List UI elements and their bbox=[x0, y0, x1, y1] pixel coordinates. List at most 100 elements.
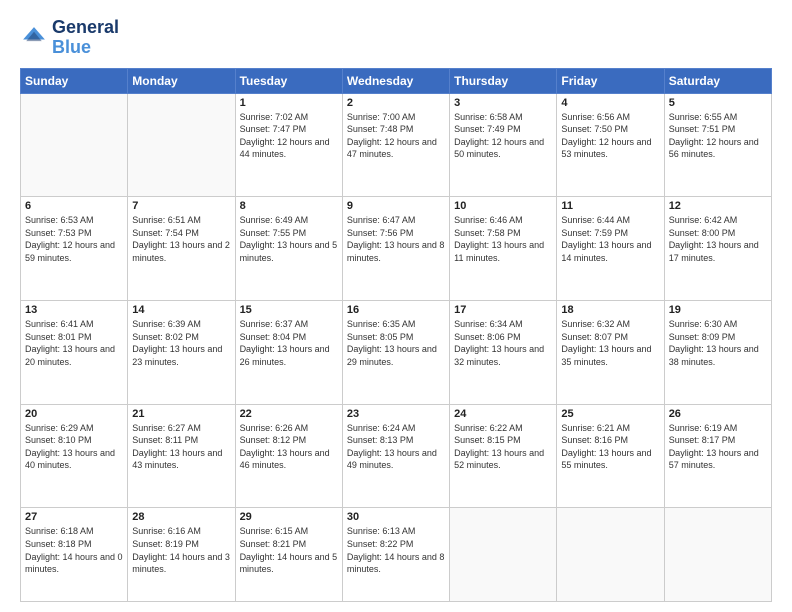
day-info: Sunrise: 6:29 AMSunset: 8:10 PMDaylight:… bbox=[25, 422, 123, 472]
calendar-cell: 4 Sunrise: 6:56 AMSunset: 7:50 PMDaylight… bbox=[557, 93, 664, 197]
header: General Blue bbox=[20, 18, 772, 58]
calendar-cell bbox=[557, 508, 664, 602]
calendar-cell: 28Sunrise: 6:16 AMSunset: 8:19 PMDayligh… bbox=[128, 508, 235, 602]
day-number: 4 bbox=[561, 97, 659, 109]
calendar-header-sunday: Sunday bbox=[21, 68, 128, 93]
day-info: Sunrise: 6:56 AMSunset: 7:50 PMDaylight:… bbox=[561, 111, 659, 161]
day-number: 10 bbox=[454, 200, 552, 212]
day-number: 14 bbox=[132, 304, 230, 316]
calendar-cell: 9Sunrise: 6:47 AMSunset: 7:56 PMDaylight… bbox=[342, 197, 449, 301]
day-number: 11 bbox=[561, 200, 659, 212]
day-info: Sunrise: 6:16 AMSunset: 8:19 PMDaylight:… bbox=[132, 525, 230, 575]
calendar-cell: 10Sunrise: 6:46 AMSunset: 7:58 PMDayligh… bbox=[450, 197, 557, 301]
calendar-cell bbox=[128, 93, 235, 197]
calendar-cell: 7 Sunrise: 6:51 AMSunset: 7:54 PMDaylight… bbox=[128, 197, 235, 301]
day-info: Sunrise: 6:55 AMSunset: 7:51 PMDaylight:… bbox=[669, 111, 767, 161]
calendar-cell: 24 Sunrise: 6:22 AMSunset: 8:15 PMDayligh… bbox=[450, 404, 557, 508]
day-number: 26 bbox=[669, 408, 767, 420]
day-number: 18 bbox=[561, 304, 659, 316]
calendar-cell: 15 Sunrise: 6:37 AMSunset: 8:04 PMDayligh… bbox=[235, 301, 342, 405]
day-number: 27 bbox=[25, 511, 123, 523]
day-number: 2 bbox=[347, 97, 445, 109]
day-info: Sunrise: 6:47 AMSunset: 7:56 PMDaylight:… bbox=[347, 214, 445, 264]
day-info: Sunrise: 6:15 AMSunset: 8:21 PMDaylight:… bbox=[240, 525, 338, 575]
day-number: 22 bbox=[240, 408, 338, 420]
calendar-cell: 3Sunrise: 6:58 AMSunset: 7:49 PMDaylight… bbox=[450, 93, 557, 197]
day-info: Sunrise: 6:37 AMSunset: 8:04 PMDaylight:… bbox=[240, 318, 338, 368]
day-info: Sunrise: 6:26 AMSunset: 8:12 PMDaylight:… bbox=[240, 422, 338, 472]
logo: General Blue bbox=[20, 18, 119, 58]
calendar-cell: 8 Sunrise: 6:49 AMSunset: 7:55 PMDaylight… bbox=[235, 197, 342, 301]
calendar-cell: 14 Sunrise: 6:39 AMSunset: 8:02 PMDayligh… bbox=[128, 301, 235, 405]
logo-text: General Blue bbox=[52, 18, 119, 58]
calendar-cell: 2 Sunrise: 7:00 AMSunset: 7:48 PMDaylight… bbox=[342, 93, 449, 197]
calendar-cell: 21Sunrise: 6:27 AMSunset: 8:11 PMDayligh… bbox=[128, 404, 235, 508]
calendar-header-tuesday: Tuesday bbox=[235, 68, 342, 93]
day-number: 8 bbox=[240, 200, 338, 212]
day-info: Sunrise: 6:42 AMSunset: 8:00 PMDaylight:… bbox=[669, 214, 767, 264]
day-info: Sunrise: 6:39 AMSunset: 8:02 PMDaylight:… bbox=[132, 318, 230, 368]
calendar-week-2: 6 Sunrise: 6:53 AMSunset: 7:53 PMDaylight… bbox=[21, 197, 772, 301]
calendar-week-3: 13 Sunrise: 6:41 AMSunset: 8:01 PMDayligh… bbox=[21, 301, 772, 405]
calendar-header-row: SundayMondayTuesdayWednesdayThursdayFrid… bbox=[21, 68, 772, 93]
calendar-cell: 26 Sunrise: 6:19 AMSunset: 8:17 PMDayligh… bbox=[664, 404, 771, 508]
day-info: Sunrise: 6:34 AMSunset: 8:06 PMDaylight:… bbox=[454, 318, 552, 368]
day-number: 23 bbox=[347, 408, 445, 420]
day-info: Sunrise: 6:49 AMSunset: 7:55 PMDaylight:… bbox=[240, 214, 338, 264]
day-info: Sunrise: 6:18 AMSunset: 8:18 PMDaylight:… bbox=[25, 525, 123, 575]
day-number: 19 bbox=[669, 304, 767, 316]
calendar-header-friday: Friday bbox=[557, 68, 664, 93]
calendar-cell: 16 Sunrise: 6:35 AMSunset: 8:05 PMDayligh… bbox=[342, 301, 449, 405]
day-info: Sunrise: 7:00 AMSunset: 7:48 PMDaylight:… bbox=[347, 111, 445, 161]
calendar-header-thursday: Thursday bbox=[450, 68, 557, 93]
day-number: 16 bbox=[347, 304, 445, 316]
calendar-week-5: 27 Sunrise: 6:18 AMSunset: 8:18 PMDayligh… bbox=[21, 508, 772, 602]
day-number: 5 bbox=[669, 97, 767, 109]
day-info: Sunrise: 7:02 AMSunset: 7:47 PMDaylight:… bbox=[240, 111, 338, 161]
day-info: Sunrise: 6:22 AMSunset: 8:15 PMDaylight:… bbox=[454, 422, 552, 472]
day-info: Sunrise: 6:32 AMSunset: 8:07 PMDaylight:… bbox=[561, 318, 659, 368]
day-number: 24 bbox=[454, 408, 552, 420]
calendar-cell: 12 Sunrise: 6:42 AMSunset: 8:00 PMDayligh… bbox=[664, 197, 771, 301]
day-number: 3 bbox=[454, 97, 552, 109]
day-info: Sunrise: 6:19 AMSunset: 8:17 PMDaylight:… bbox=[669, 422, 767, 472]
day-info: Sunrise: 6:30 AMSunset: 8:09 PMDaylight:… bbox=[669, 318, 767, 368]
calendar-cell: 30Sunrise: 6:13 AMSunset: 8:22 PMDayligh… bbox=[342, 508, 449, 602]
calendar-week-4: 20Sunrise: 6:29 AMSunset: 8:10 PMDayligh… bbox=[21, 404, 772, 508]
day-number: 1 bbox=[240, 97, 338, 109]
day-number: 29 bbox=[240, 511, 338, 523]
day-number: 12 bbox=[669, 200, 767, 212]
calendar-cell: 5 Sunrise: 6:55 AMSunset: 7:51 PMDaylight… bbox=[664, 93, 771, 197]
day-number: 6 bbox=[25, 200, 123, 212]
day-info: Sunrise: 6:51 AMSunset: 7:54 PMDaylight:… bbox=[132, 214, 230, 264]
day-number: 17 bbox=[454, 304, 552, 316]
calendar-cell: 27 Sunrise: 6:18 AMSunset: 8:18 PMDayligh… bbox=[21, 508, 128, 602]
day-number: 30 bbox=[347, 511, 445, 523]
day-number: 7 bbox=[132, 200, 230, 212]
day-number: 15 bbox=[240, 304, 338, 316]
calendar-header-monday: Monday bbox=[128, 68, 235, 93]
day-info: Sunrise: 6:35 AMSunset: 8:05 PMDaylight:… bbox=[347, 318, 445, 368]
day-number: 25 bbox=[561, 408, 659, 420]
calendar-cell bbox=[21, 93, 128, 197]
calendar-header-wednesday: Wednesday bbox=[342, 68, 449, 93]
day-info: Sunrise: 6:27 AMSunset: 8:11 PMDaylight:… bbox=[132, 422, 230, 472]
calendar-cell: 20Sunrise: 6:29 AMSunset: 8:10 PMDayligh… bbox=[21, 404, 128, 508]
day-info: Sunrise: 6:24 AMSunset: 8:13 PMDaylight:… bbox=[347, 422, 445, 472]
calendar-cell: 19 Sunrise: 6:30 AMSunset: 8:09 PMDayligh… bbox=[664, 301, 771, 405]
logo-icon bbox=[20, 24, 48, 52]
day-info: Sunrise: 6:21 AMSunset: 8:16 PMDaylight:… bbox=[561, 422, 659, 472]
calendar-cell: 13 Sunrise: 6:41 AMSunset: 8:01 PMDayligh… bbox=[21, 301, 128, 405]
calendar-cell: 23 Sunrise: 6:24 AMSunset: 8:13 PMDayligh… bbox=[342, 404, 449, 508]
calendar-cell bbox=[664, 508, 771, 602]
calendar-cell bbox=[450, 508, 557, 602]
calendar-cell: 22 Sunrise: 6:26 AMSunset: 8:12 PMDayligh… bbox=[235, 404, 342, 508]
calendar-week-1: 1 Sunrise: 7:02 AMSunset: 7:47 PMDaylight… bbox=[21, 93, 772, 197]
day-info: Sunrise: 6:41 AMSunset: 8:01 PMDaylight:… bbox=[25, 318, 123, 368]
day-number: 13 bbox=[25, 304, 123, 316]
calendar-table: SundayMondayTuesdayWednesdayThursdayFrid… bbox=[20, 68, 772, 602]
day-info: Sunrise: 6:53 AMSunset: 7:53 PMDaylight:… bbox=[25, 214, 123, 264]
calendar-cell: 17 Sunrise: 6:34 AMSunset: 8:06 PMDayligh… bbox=[450, 301, 557, 405]
calendar-cell: 11Sunrise: 6:44 AMSunset: 7:59 PMDayligh… bbox=[557, 197, 664, 301]
calendar-cell: 29 Sunrise: 6:15 AMSunset: 8:21 PMDayligh… bbox=[235, 508, 342, 602]
